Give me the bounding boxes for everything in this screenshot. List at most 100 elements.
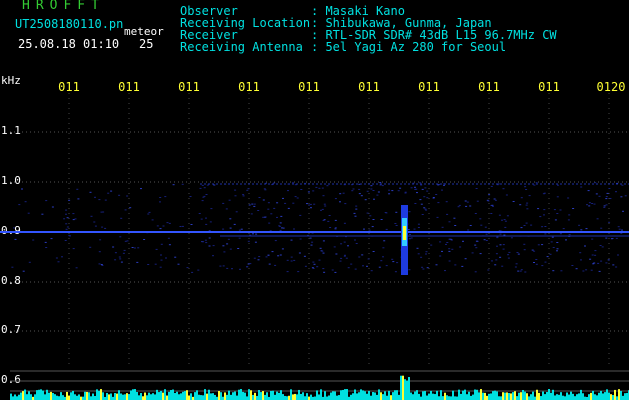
- noise-dot: [147, 213, 150, 215]
- noise-dot: [322, 195, 325, 197]
- noise-dot: [94, 225, 97, 227]
- noise-dot: [167, 237, 170, 239]
- noise-dot: [501, 265, 504, 267]
- noise-dot: [624, 195, 627, 197]
- level-bar: [202, 395, 204, 400]
- noise-dot: [588, 205, 591, 207]
- noise-dot: [168, 222, 171, 224]
- noise-dot: [392, 261, 395, 263]
- level-bar: [162, 392, 164, 400]
- level-bar: [438, 396, 440, 400]
- noise-dot: [264, 189, 267, 191]
- noise-dot: [229, 227, 232, 229]
- level-bar: [472, 394, 474, 400]
- level-bar: [206, 393, 208, 400]
- noise-dot: [199, 187, 202, 189]
- noise-dot: [541, 244, 544, 246]
- level-bar: [338, 395, 340, 400]
- noise-dot: [580, 229, 583, 231]
- noise-dot: [560, 270, 563, 272]
- noise-dot: [294, 196, 297, 198]
- noise-dot: [292, 182, 294, 184]
- noise-dot: [416, 192, 418, 194]
- noise-dot: [242, 195, 245, 197]
- noise-dot: [605, 262, 608, 264]
- noise-dot: [520, 269, 523, 271]
- level-bar: [10, 393, 12, 400]
- noise-dot: [28, 261, 31, 263]
- noise-dot: [354, 268, 357, 270]
- noise-dot: [299, 214, 302, 216]
- level-bar: [328, 395, 330, 400]
- noise-dot: [585, 228, 588, 230]
- level-bar: [186, 390, 188, 400]
- noise-dot: [63, 218, 66, 220]
- level-bar: [264, 394, 266, 400]
- level-bar: [18, 394, 20, 400]
- level-bar: [122, 394, 124, 400]
- noise-dot: [55, 257, 58, 259]
- noise-dot: [600, 227, 603, 229]
- noise-dot: [507, 257, 510, 259]
- noise-dot: [74, 218, 77, 220]
- level-bar: [498, 396, 500, 400]
- level-bar: [128, 394, 130, 400]
- noise-dot: [290, 256, 293, 258]
- noise-dot: [539, 216, 542, 218]
- level-bar: [120, 393, 122, 400]
- noise-dot: [622, 210, 624, 212]
- noise-dot: [246, 189, 249, 191]
- noise-dot: [520, 227, 523, 229]
- noise-dot: [621, 229, 623, 231]
- noise-dot: [154, 263, 157, 265]
- level-bar: [306, 393, 308, 400]
- noise-dot: [394, 271, 397, 273]
- noise-dot: [475, 188, 478, 189]
- noise-dot: [200, 218, 203, 220]
- noise-dot: [240, 228, 243, 230]
- noise-dot: [504, 220, 507, 222]
- level-bar: [534, 396, 536, 400]
- level-bar: [582, 393, 584, 400]
- level-bar: [554, 395, 556, 400]
- noise-dot: [426, 197, 429, 199]
- noise-dot: [213, 184, 216, 186]
- noise-dot: [191, 271, 194, 273]
- noise-dot: [281, 227, 283, 229]
- noise-dot: [32, 239, 35, 241]
- noise-dot: [484, 226, 487, 228]
- noise-dot: [589, 258, 592, 260]
- level-bar: [218, 390, 220, 400]
- level-bar: [516, 396, 518, 400]
- noise-dot: [512, 201, 515, 202]
- noise-dot: [229, 248, 232, 250]
- noise-dot: [542, 193, 545, 195]
- level-bar: [70, 392, 72, 400]
- noise-dot: [514, 266, 517, 268]
- noise-dot: [601, 246, 604, 248]
- noise-dot: [321, 250, 324, 252]
- noise-dot: [77, 198, 80, 200]
- noise-dot: [358, 188, 361, 190]
- noise-dot: [372, 219, 375, 220]
- level-bar: [252, 394, 254, 400]
- level-bar: [300, 393, 302, 400]
- level-bar: [598, 392, 600, 400]
- noise-dot: [358, 193, 361, 195]
- noise-dot: [156, 225, 159, 227]
- level-bar: [302, 392, 304, 400]
- noise-dot: [414, 186, 416, 188]
- noise-dot: [248, 204, 251, 206]
- noise-dot: [617, 254, 619, 256]
- noise-dot: [237, 248, 240, 249]
- noise-dot: [98, 263, 101, 265]
- noise-dot: [525, 204, 528, 206]
- level-bar: [476, 389, 478, 400]
- noise-dot: [552, 270, 555, 272]
- level-bar: [242, 391, 244, 400]
- noise-dot: [554, 219, 557, 221]
- noise-dot: [495, 253, 498, 255]
- noise-dot: [475, 247, 478, 249]
- level-bar: [240, 389, 242, 400]
- level-bar: [380, 392, 382, 400]
